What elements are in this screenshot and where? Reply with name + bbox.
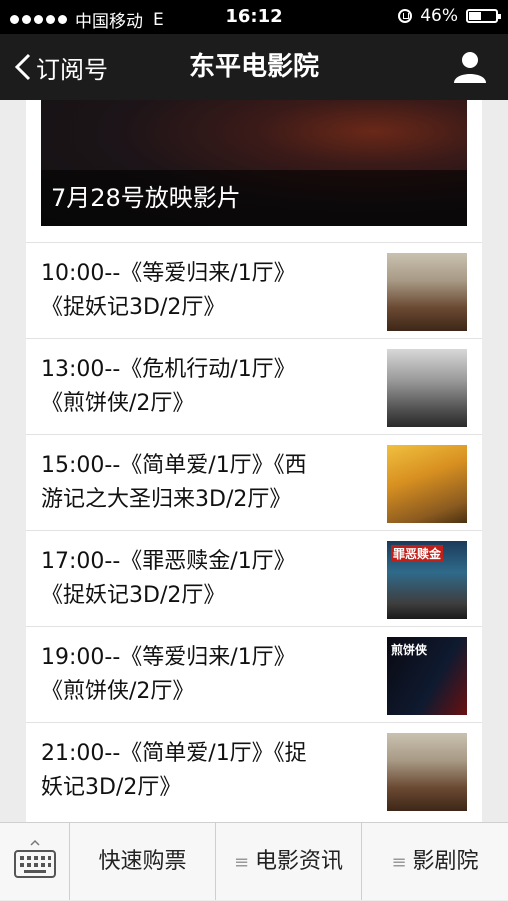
battery-icon	[466, 9, 501, 23]
menu-theater[interactable]: ≡ 影剧院	[362, 823, 508, 900]
schedule-line: 游记之大圣归来3D/2厅》	[41, 487, 292, 512]
menu-label: 快速购票	[98, 849, 187, 874]
schedule-line: 19:00--《等爱归来/1厅》	[41, 645, 296, 670]
schedule-line: 《煎饼侠/2厅》	[41, 679, 195, 704]
schedule-line: 15:00--《简单爱/1厅》《西	[41, 453, 307, 478]
schedule-line: 《捉妖记3D/2厅》	[41, 295, 226, 320]
back-button[interactable]: 订阅号	[14, 34, 108, 100]
movie-poster-thumbnail[interactable]: 罪恶赎金	[387, 541, 467, 619]
menu-label: 电影资讯	[255, 849, 344, 874]
menu-quick-ticket[interactable]: 快速购票	[70, 823, 216, 900]
submenu-icon: ≡	[391, 852, 407, 873]
schedule-line: 21:00--《简单爱/1厅》《捉	[41, 741, 307, 766]
status-bar: 中国移动 E 16:12 46%	[0, 0, 508, 34]
schedule-row[interactable]: 13:00--《危机行动/1厅》 《煎饼侠/2厅》	[26, 338, 482, 434]
keyboard-toggle-button[interactable]	[0, 823, 70, 900]
schedule-line: 《煎饼侠/2厅》	[41, 391, 195, 416]
schedule-line: 13:00--《危机行动/1厅》	[41, 357, 296, 382]
schedule-line: 妖记3D/2厅》	[41, 775, 182, 800]
submenu-icon: ≡	[233, 852, 250, 873]
movie-poster-thumbnail[interactable]: 煎饼侠	[387, 637, 467, 715]
schedule-line: 17:00--《罪恶赎金/1厅》	[41, 549, 296, 574]
movie-poster-thumbnail[interactable]	[387, 253, 467, 331]
schedule-text: 21:00--《简单爱/1厅》《捉 妖记3D/2厅》	[41, 737, 371, 805]
schedule-list: 10:00--《等爱归来/1厅》 《捉妖记3D/2厅》 13:00--《危机行动…	[26, 242, 482, 818]
poster-title: 煎饼侠	[391, 643, 428, 657]
article-content[interactable]: 7月28号放映影片 10:00--《等爱归来/1厅》 《捉妖记3D/2厅》 13…	[26, 100, 482, 822]
schedule-row[interactable]: 19:00--《等爱归来/1厅》 《煎饼侠/2厅》 煎饼侠	[26, 626, 482, 722]
chevron-left-icon	[14, 53, 31, 81]
banner-caption: 7月28号放映影片	[41, 170, 467, 226]
menu-label: 影剧院	[412, 849, 479, 874]
schedule-text: 19:00--《等爱归来/1厅》 《煎饼侠/2厅》	[41, 641, 371, 709]
movie-poster-thumbnail[interactable]	[387, 349, 467, 427]
schedule-row[interactable]: 17:00--《罪恶赎金/1厅》 《捉妖记3D/2厅》 罪恶赎金	[26, 530, 482, 626]
rotation-lock-icon	[398, 9, 413, 23]
banner-image[interactable]: 7月28号放映影片	[41, 100, 467, 226]
back-label: 订阅号	[36, 55, 108, 84]
movie-poster-thumbnail[interactable]	[387, 445, 467, 523]
schedule-row[interactable]: 10:00--《等爱归来/1厅》 《捉妖记3D/2厅》	[26, 242, 482, 338]
schedule-line: 10:00--《等爱归来/1厅》	[41, 261, 296, 286]
schedule-text: 15:00--《简单爱/1厅》《西 游记之大圣归来3D/2厅》	[41, 449, 371, 517]
schedule-text: 17:00--《罪恶赎金/1厅》 《捉妖记3D/2厅》	[41, 545, 371, 613]
keyboard-icon	[14, 839, 56, 878]
schedule-text: 13:00--《危机行动/1厅》 《煎饼侠/2厅》	[41, 353, 371, 421]
movie-poster-thumbnail[interactable]	[387, 733, 467, 811]
user-profile-icon[interactable]	[452, 49, 488, 85]
schedule-row[interactable]: 21:00--《简单爱/1厅》《捉 妖记3D/2厅》	[26, 722, 482, 818]
bottom-menu-bar: 快速购票 ≡ 电影资讯 ≡ 影剧院	[0, 822, 508, 900]
schedule-line: 《捉妖记3D/2厅》	[41, 583, 226, 608]
nav-bar: 订阅号 东平电影院	[0, 34, 508, 100]
menu-movie-news[interactable]: ≡ 电影资讯	[216, 823, 362, 900]
schedule-text: 10:00--《等爱归来/1厅》 《捉妖记3D/2厅》	[41, 257, 371, 325]
battery-percent: 46%	[420, 6, 458, 26]
poster-title: 罪恶赎金	[391, 545, 444, 562]
schedule-row[interactable]: 15:00--《简单爱/1厅》《西 游记之大圣归来3D/2厅》	[26, 434, 482, 530]
